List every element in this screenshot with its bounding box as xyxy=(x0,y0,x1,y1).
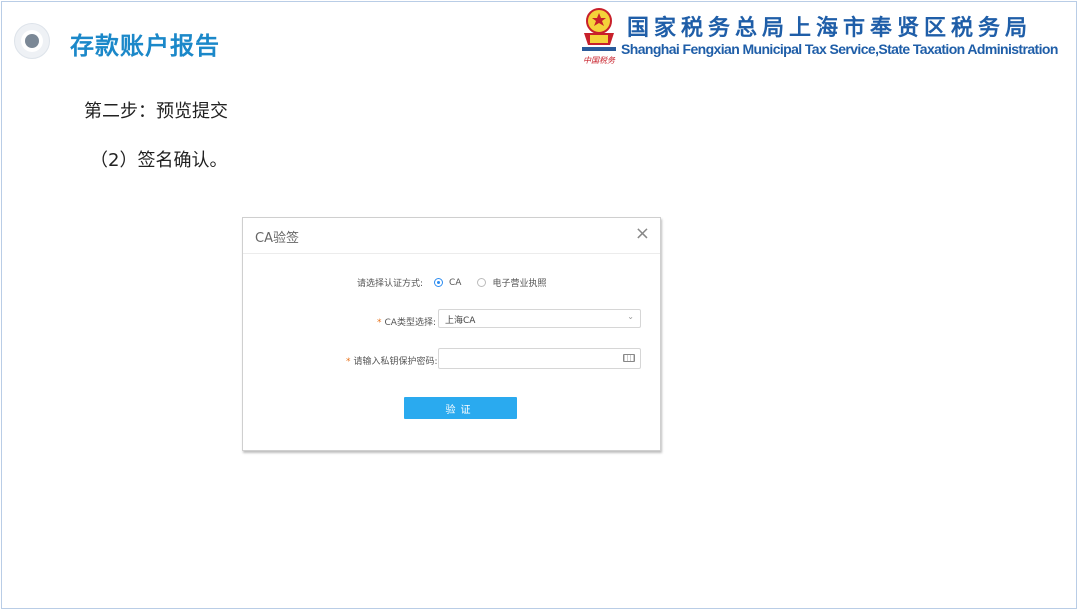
keyboard-icon[interactable] xyxy=(623,354,635,362)
ca-verify-dialog: CA验签 × 请选择认证方式: CA 电子营业执照 * CA类型选择: 上海CA … xyxy=(242,217,661,451)
chevron-down-icon: ⌄ xyxy=(627,312,634,321)
required-mark: * xyxy=(346,357,351,367)
auth-method-radios: CA 电子营业执照 xyxy=(434,276,546,289)
step-heading: 第二步：预览提交 xyxy=(84,101,228,122)
emblem-caption: 中国税务 xyxy=(583,56,616,65)
substep-text: （2）签名确认。 xyxy=(90,150,228,171)
page-title: 存款账户报告 xyxy=(70,32,220,60)
radio-business-license-label[interactable]: 电子营业执照 xyxy=(492,276,546,289)
tax-emblem-icon: 中国税务 xyxy=(582,8,616,65)
ca-type-select[interactable]: 上海CA ⌄ xyxy=(438,309,641,328)
password-label: * 请输入私钥保护密码: xyxy=(346,354,438,367)
org-name-cn: 国家税务总局上海市奉贤区税务局 xyxy=(627,16,1033,41)
auth-method-label: 请选择认证方式: xyxy=(357,279,424,289)
bullet-circle-icon xyxy=(14,23,50,59)
required-mark: * xyxy=(377,318,382,328)
radio-business-license[interactable] xyxy=(477,278,487,287)
org-name-en: Shanghai Fengxian Municipal Tax Service,… xyxy=(621,41,1058,57)
ca-type-value: 上海CA xyxy=(445,316,476,326)
radio-ca-label[interactable]: CA xyxy=(449,278,461,288)
password-label-text: 请输入私钥保护密码: xyxy=(353,357,438,367)
dialog-title: CA验签 xyxy=(255,231,299,246)
ca-type-label-text: CA类型选择: xyxy=(384,318,436,328)
dialog-header: CA验签 × xyxy=(243,218,660,254)
ca-type-label: * CA类型选择: xyxy=(377,315,436,328)
private-key-password-input[interactable] xyxy=(438,348,641,369)
verify-button[interactable]: 验证 xyxy=(404,397,517,419)
close-icon[interactable]: × xyxy=(635,224,650,244)
radio-ca[interactable] xyxy=(434,278,443,287)
